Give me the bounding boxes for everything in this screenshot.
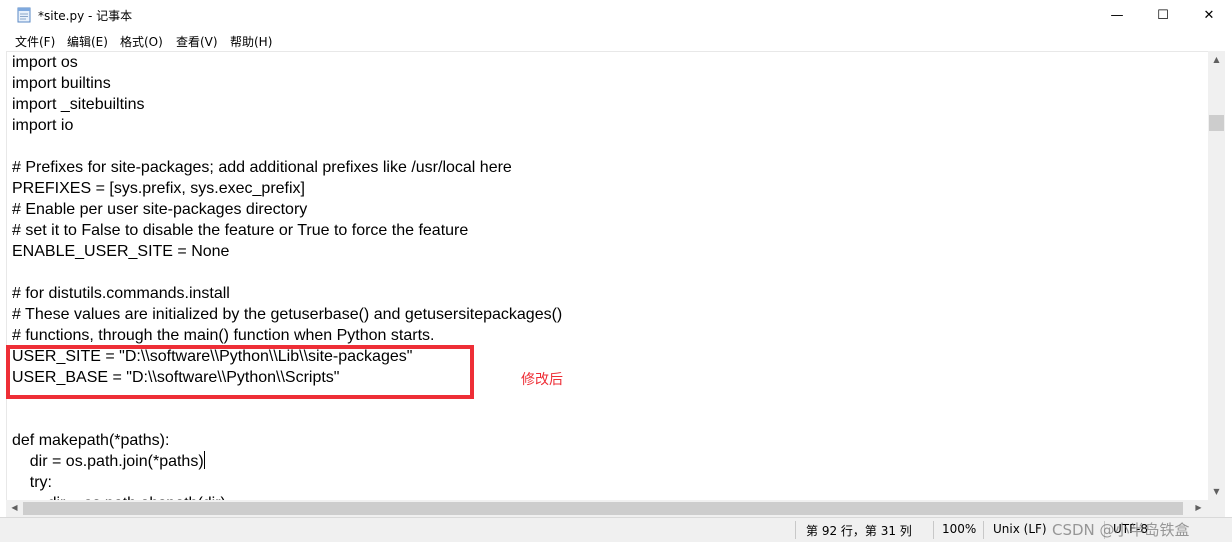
notepad-icon	[16, 7, 32, 23]
code-line: try:	[12, 474, 52, 491]
menu-view[interactable]: 查看(V)	[176, 33, 218, 50]
maximize-button[interactable]: ☐	[1140, 0, 1186, 30]
code-line: ENABLE_USER_SITE = None	[12, 243, 230, 260]
chevron-up-icon[interactable]: ▲	[1208, 55, 1225, 64]
watermark: CSDN @小半岛铁盒	[1052, 521, 1190, 539]
chevron-left-icon[interactable]: ◀	[6, 503, 23, 512]
horizontal-scroll-thumb[interactable]	[23, 502, 1183, 515]
annotation-label: 修改后	[521, 372, 563, 388]
zoom-level: 100%	[942, 522, 977, 536]
code-line: import os	[12, 54, 78, 71]
code-line: PREFIXES = [sys.prefix, sys.exec_prefix]	[12, 180, 305, 197]
minimize-button[interactable]: —	[1094, 0, 1140, 30]
status-bar: 第 92 行，第 31 列 100% Unix (LF) UTF-8	[0, 517, 1232, 542]
code-line: import io	[12, 117, 74, 134]
menu-file[interactable]: 文件(F)	[15, 33, 55, 50]
text-editor[interactable]: import os import builtins import _sitebu…	[6, 51, 1209, 501]
code-line: # set it to False to disable the feature…	[12, 222, 469, 239]
code-line: # for distutils.commands.install	[12, 285, 230, 302]
code-line: # These values are initialized by the ge…	[12, 306, 563, 323]
text-caret	[203, 451, 205, 469]
status-divider	[795, 521, 796, 539]
window-title: *site.py - 记事本	[38, 9, 133, 23]
menu-help[interactable]: 帮助(H)	[230, 33, 272, 50]
menu-edit[interactable]: 编辑(E)	[67, 33, 108, 50]
code-line: # Enable per user site-packages director…	[12, 201, 308, 218]
menu-format[interactable]: 格式(O)	[120, 33, 163, 50]
notepad-window: *site.py - 记事本 — ☐ ✕ 文件(F) 编辑(E) 格式(O) 查…	[0, 0, 1232, 547]
scrollbar-corner	[1208, 500, 1225, 517]
vertical-scroll-thumb[interactable]	[1209, 115, 1224, 131]
code-line: # functions, through the main() function…	[12, 327, 435, 344]
chevron-down-icon[interactable]: ▼	[1208, 487, 1225, 496]
status-divider	[933, 521, 934, 539]
code-line-text: dir = os.path.join(*paths)	[12, 453, 204, 470]
code-line-current: dir = os.path.join(*paths)	[12, 451, 205, 472]
close-button[interactable]: ✕	[1186, 0, 1232, 30]
code-line: import _sitebuiltins	[12, 96, 145, 113]
menu-bar: 文件(F) 编辑(E) 格式(O) 查看(V) 帮助(H)	[0, 30, 1232, 51]
code-line: def makepath(*paths):	[12, 432, 170, 449]
close-icon: ✕	[1203, 7, 1215, 23]
highlight-box	[6, 345, 474, 399]
cursor-position: 第 92 行，第 31 列	[806, 524, 912, 538]
code-line: # Prefixes for site-packages; add additi…	[12, 159, 512, 176]
minimize-icon: —	[1110, 7, 1124, 23]
title-bar[interactable]: *site.py - 记事本 — ☐ ✕	[0, 0, 1232, 30]
chevron-right-icon[interactable]: ▶	[1190, 503, 1207, 512]
maximize-icon: ☐	[1157, 7, 1169, 23]
line-ending: Unix (LF)	[993, 522, 1047, 536]
code-line: import builtins	[12, 75, 111, 92]
status-divider	[983, 521, 984, 539]
